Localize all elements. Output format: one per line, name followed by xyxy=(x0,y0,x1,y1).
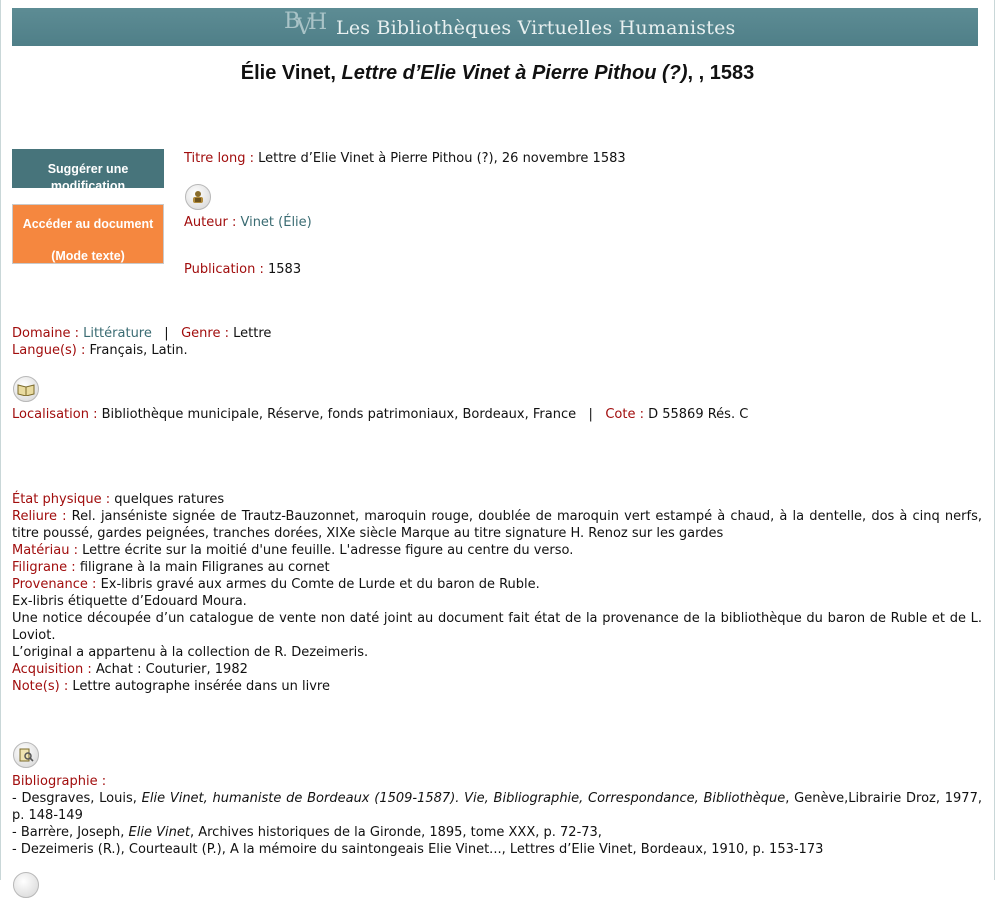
etat-value: quelques ratures xyxy=(114,492,225,507)
bvh-logo: B V H xyxy=(284,9,328,40)
biblio-item: - Barrère, Joseph, Elie Vinet, Archives … xyxy=(12,824,982,841)
book-icon xyxy=(13,376,39,402)
acquisition-label: Acquisition : xyxy=(12,662,92,677)
title-rest: , , 1583 xyxy=(687,62,755,84)
title-work: Lettre d’Elie Vinet à Pierre Pithou (?) xyxy=(341,62,688,84)
langues-row: Langue(s) : Français, Latin. xyxy=(12,343,188,358)
bibliographie-label: Bibliographie : xyxy=(12,774,107,789)
biblio-item-author: - Desgraves, Louis, xyxy=(12,791,142,806)
provenance-line-3: Une notice découpée d’un catalogue de ve… xyxy=(12,611,982,643)
domaine-link[interactable]: Littérature xyxy=(83,326,152,341)
notes-row: Note(s) : Lettre autographe insérée dans… xyxy=(12,678,982,695)
biblio-item: - Desgraves, Louis, Elie Vinet, humanist… xyxy=(12,790,982,824)
biblio-item-author: - Barrère, Joseph, xyxy=(12,825,129,840)
domaine-genre-row: Domaine : Littérature | Genre : Lettre xyxy=(12,326,271,341)
author-icon xyxy=(185,184,211,210)
access-document-button[interactable]: Accéder au document (Mode texte) xyxy=(12,204,164,264)
etat-row: État physique : quelques ratures xyxy=(12,491,982,508)
filigrane-value: filigrane à la main Filigranes au cornet xyxy=(79,560,330,575)
langues-label: Langue(s) : xyxy=(12,343,86,358)
titre-long-value: Lettre d’Elie Vinet à Pierre Pithou (?),… xyxy=(258,151,626,166)
localisation-row: Localisation : Bibliothèque municipale, … xyxy=(12,407,748,422)
cote-label: Cote : xyxy=(605,407,644,422)
materiau-value: Lettre écrite sur la moitié d'une feuill… xyxy=(82,543,574,558)
partial-icon xyxy=(13,872,39,898)
langues-value: Français, Latin. xyxy=(89,343,188,358)
search-book-icon xyxy=(13,742,39,768)
provenance-line-2: Ex-libris étiquette d’Edouard Moura. xyxy=(12,594,247,609)
titre-long-row: Titre long : Lettre d’Elie Vinet à Pierr… xyxy=(184,151,626,166)
acquisition-row: Acquisition : Achat : Couturier, 1982 xyxy=(12,661,982,678)
biblio-item: - Dezeimeris (R.), Courteault (P.), A la… xyxy=(12,841,982,858)
auteur-link[interactable]: Vinet (Élie) xyxy=(240,215,311,230)
biblio-item-details: , Archives historiques de la Gironde, 18… xyxy=(189,825,602,840)
separator: | xyxy=(580,407,602,422)
acquisition-value: Achat : Couturier, 1982 xyxy=(95,662,248,677)
biblio-item-text: - Dezeimeris (R.), Courteault (P.), A la… xyxy=(12,842,824,857)
reliure-row: Reliure : Rel. janséniste signée de Trau… xyxy=(12,508,982,542)
site-banner[interactable]: B V H Les Bibliothèques Virtuelles Human… xyxy=(12,8,978,46)
bibliographie: Bibliographie : - Desgraves, Louis, Elie… xyxy=(12,773,982,858)
genre-value: Lettre xyxy=(233,326,272,341)
materiau-label: Matériau : xyxy=(12,543,78,558)
notes-label: Note(s) : xyxy=(12,679,69,694)
provenance-value-1: Ex-libris gravé aux armes du Comte de Lu… xyxy=(100,577,540,592)
page-title: Élie Vinet, Lettre d’Elie Vinet à Pierre… xyxy=(240,62,755,84)
auteur-label: Auteur : xyxy=(184,215,237,230)
provenance-label: Provenance : xyxy=(12,577,97,592)
access-document-mode: (Mode texte) xyxy=(51,249,125,263)
filigrane-label: Filigrane : xyxy=(12,560,76,575)
title-author: Élie Vinet xyxy=(240,62,331,84)
publication-value: 1583 xyxy=(268,262,302,277)
genre-label: Genre : xyxy=(181,326,229,341)
banner-title: Les Bibliothèques Virtuelles Humanistes xyxy=(336,17,736,39)
access-document-label: Accéder au document xyxy=(22,217,154,231)
publication-row: Publication : 1583 xyxy=(184,262,301,277)
physical-description: État physique : quelques ratures Reliure… xyxy=(12,491,982,695)
cote-value: D 55869 Rés. C xyxy=(648,407,749,422)
page-frame xyxy=(0,0,995,880)
biblio-item-title: Elie Vinet xyxy=(128,825,190,840)
titre-long-label: Titre long : xyxy=(184,151,255,166)
localisation-value: Bibliothèque municipale, Réserve, fonds … xyxy=(101,407,577,422)
reliure-value: Rel. janséniste signée de Trautz-Bauzonn… xyxy=(12,509,982,541)
biblio-item-title: Elie Vinet, humaniste de Bordeaux (1509-… xyxy=(141,791,786,806)
auteur-row: Auteur : Vinet (Élie) xyxy=(184,215,312,230)
domaine-label: Domaine : xyxy=(12,326,79,341)
suggest-modification-button[interactable]: Suggérer une modification xyxy=(12,149,164,188)
publication-label: Publication : xyxy=(184,262,264,277)
provenance-line-4: L’original a appartenu à la collection d… xyxy=(12,645,369,660)
reliure-label: Reliure : xyxy=(12,509,67,524)
localisation-label: Localisation : xyxy=(12,407,98,422)
separator: | xyxy=(156,326,177,341)
etat-label: État physique : xyxy=(12,492,111,507)
materiau-row: Matériau : Lettre écrite sur la moitié d… xyxy=(12,542,982,559)
filigrane-row: Filigrane : filigrane à la main Filigran… xyxy=(12,559,982,576)
notes-value: Lettre autographe insérée dans un livre xyxy=(72,679,330,694)
provenance-row: Provenance : Ex-libris gravé aux armes d… xyxy=(12,576,982,593)
